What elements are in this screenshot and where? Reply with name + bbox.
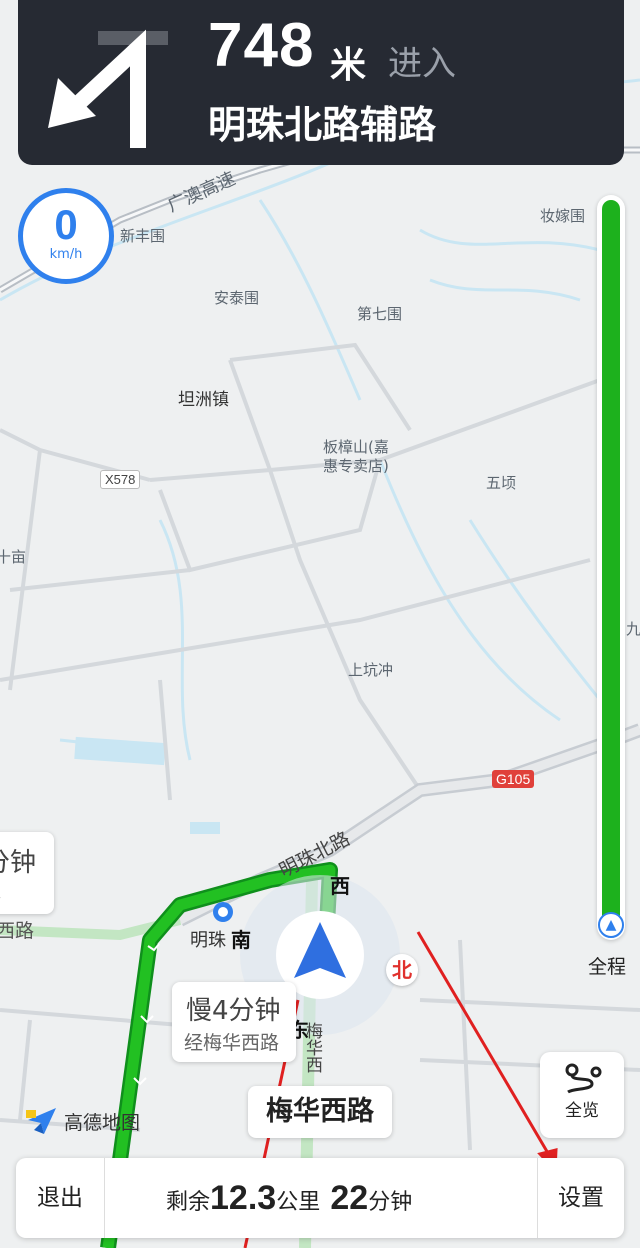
- remaining-prefix: 剩余: [166, 1190, 211, 1215]
- settings-button[interactable]: 设置: [537, 1158, 624, 1238]
- speed-value: 0: [54, 201, 78, 248]
- alt-route-time: 慢4分钟: [186, 996, 281, 1026]
- map-label-banzhangshan-2: 惠专卖店): [323, 457, 389, 475]
- current-road-name: 梅华西路: [248, 1086, 392, 1138]
- route-progress-fill: [602, 200, 620, 935]
- current-position-icon: ▲: [598, 912, 624, 938]
- guidance-distance: 748: [208, 11, 315, 80]
- road-shield-x578: X578: [100, 470, 141, 489]
- overview-label: 全览: [565, 1101, 599, 1121]
- remaining-time: 22: [330, 1179, 369, 1217]
- map-label-zhuangjiawei: 妆嫁围: [540, 207, 586, 225]
- map-label-jiu: 九: [626, 620, 640, 638]
- bottom-nav-bar: 退出 剩余12.3公里 22分钟 设置: [16, 1158, 624, 1238]
- map-label-mingzhu-station: 明珠: [190, 930, 226, 951]
- compass-west: 西: [330, 874, 350, 898]
- compass-south: 南: [231, 928, 251, 952]
- alt-route-left-time: 分钟: [0, 848, 37, 878]
- remaining-distance: 12.3: [210, 1179, 277, 1217]
- turn-left-arrow-icon: [48, 29, 168, 148]
- alt-route-via: 经梅华西路: [184, 1032, 280, 1054]
- speedometer: 0 km/h: [18, 188, 114, 284]
- remaining-summary: 剩余12.3公里 22分钟: [166, 1158, 412, 1238]
- route-progress-label: 全程: [588, 956, 627, 978]
- guidance-action: 进入: [388, 44, 456, 84]
- map-label-xinfengwei: 新丰围: [120, 227, 166, 245]
- map-label-banzhangshan: 板樟山(嘉: [323, 438, 389, 456]
- map-label-wuqing: 五顷: [486, 474, 517, 492]
- speed-unit: km/h: [49, 247, 83, 262]
- road-shield-g105: G105: [492, 770, 535, 788]
- amap-brand-text: 高德地图: [64, 1112, 141, 1134]
- map-label-shimu: 十亩: [0, 548, 27, 566]
- map-label-tanzhou: 坦洲镇: [178, 390, 229, 410]
- guidance-distance-unit: 米: [330, 45, 367, 86]
- exit-button[interactable]: 退出: [16, 1158, 105, 1238]
- map-label-diqiwei: 第七围: [357, 305, 403, 323]
- amap-logo-icon: [26, 1108, 56, 1134]
- alt-route-left-via: 路: [0, 882, 1, 909]
- map-label-antaiwei: 安泰围: [214, 289, 260, 307]
- guidance-road-name: 明珠北路辅路: [208, 103, 437, 147]
- amap-logo: 高德地图: [26, 1106, 140, 1136]
- remaining-time-unit: 分钟: [368, 1190, 413, 1215]
- route-overview-icon: [565, 1063, 602, 1094]
- route-progress-bar: ▲: [597, 195, 625, 940]
- remaining-distance-unit: 公里: [276, 1190, 321, 1215]
- compass-north: 北: [386, 954, 418, 986]
- overview-button[interactable]: 全览: [540, 1052, 624, 1138]
- alt-route-bubble[interactable]: 慢4分钟 经梅华西路: [172, 982, 296, 1062]
- map-label-shangkengchong: 上坑冲: [348, 661, 394, 679]
- map-label-left-road: 西路: [0, 920, 35, 942]
- turn-guidance-panel[interactable]: 748 米 进入 明珠北路辅路: [18, 0, 624, 165]
- alt-route-bubble-left[interactable]: 分钟 路: [0, 832, 54, 914]
